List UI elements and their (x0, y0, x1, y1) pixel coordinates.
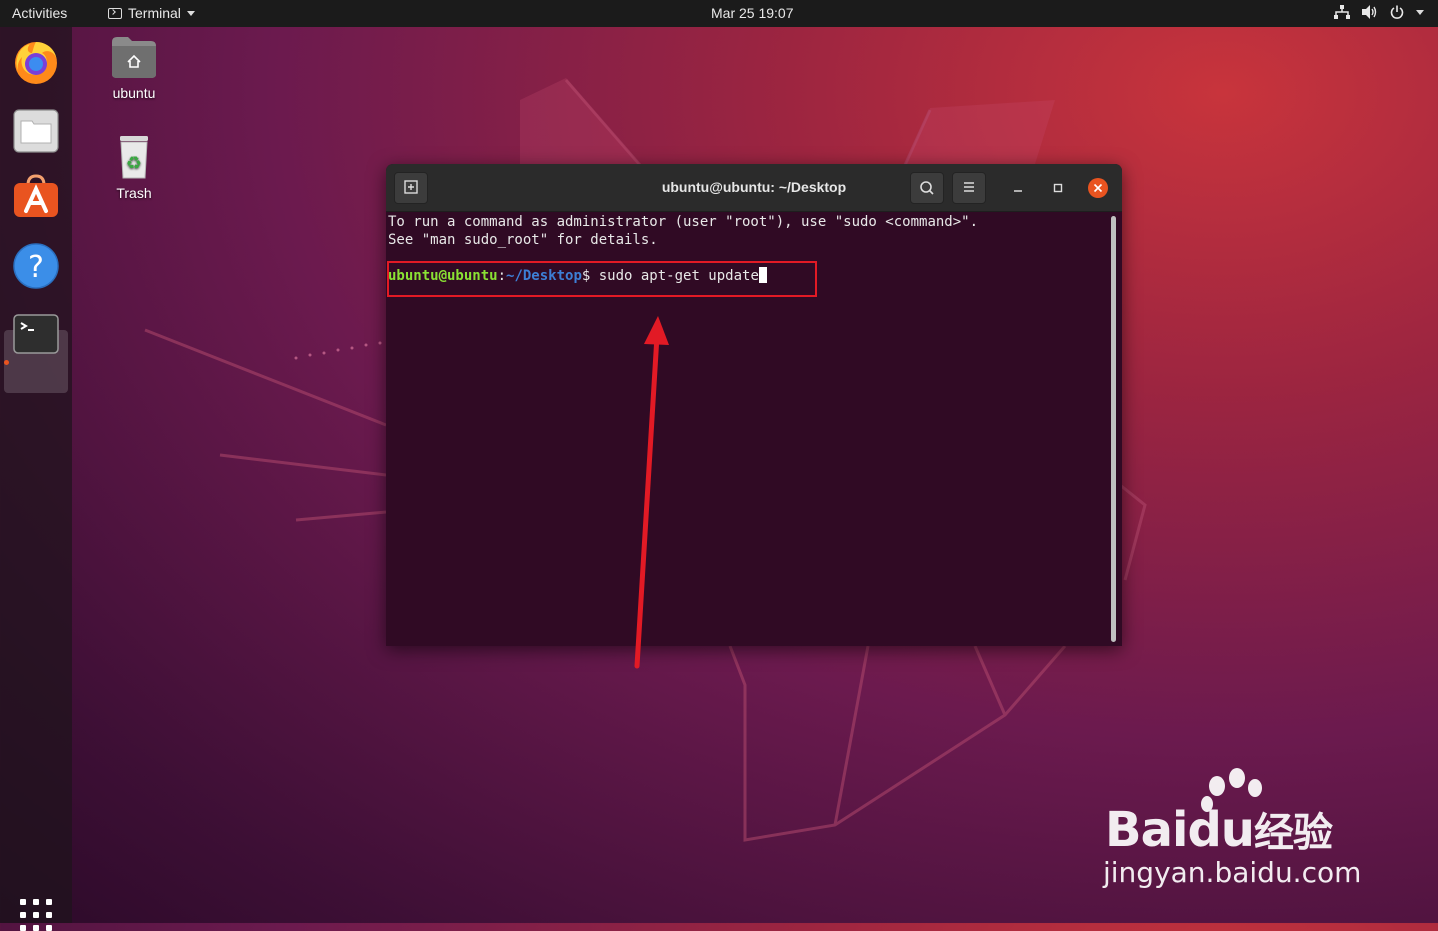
watermark-url: jingyan.baidu.com (1103, 856, 1362, 889)
watermark-brand: Baidu经验 (1105, 802, 1333, 858)
